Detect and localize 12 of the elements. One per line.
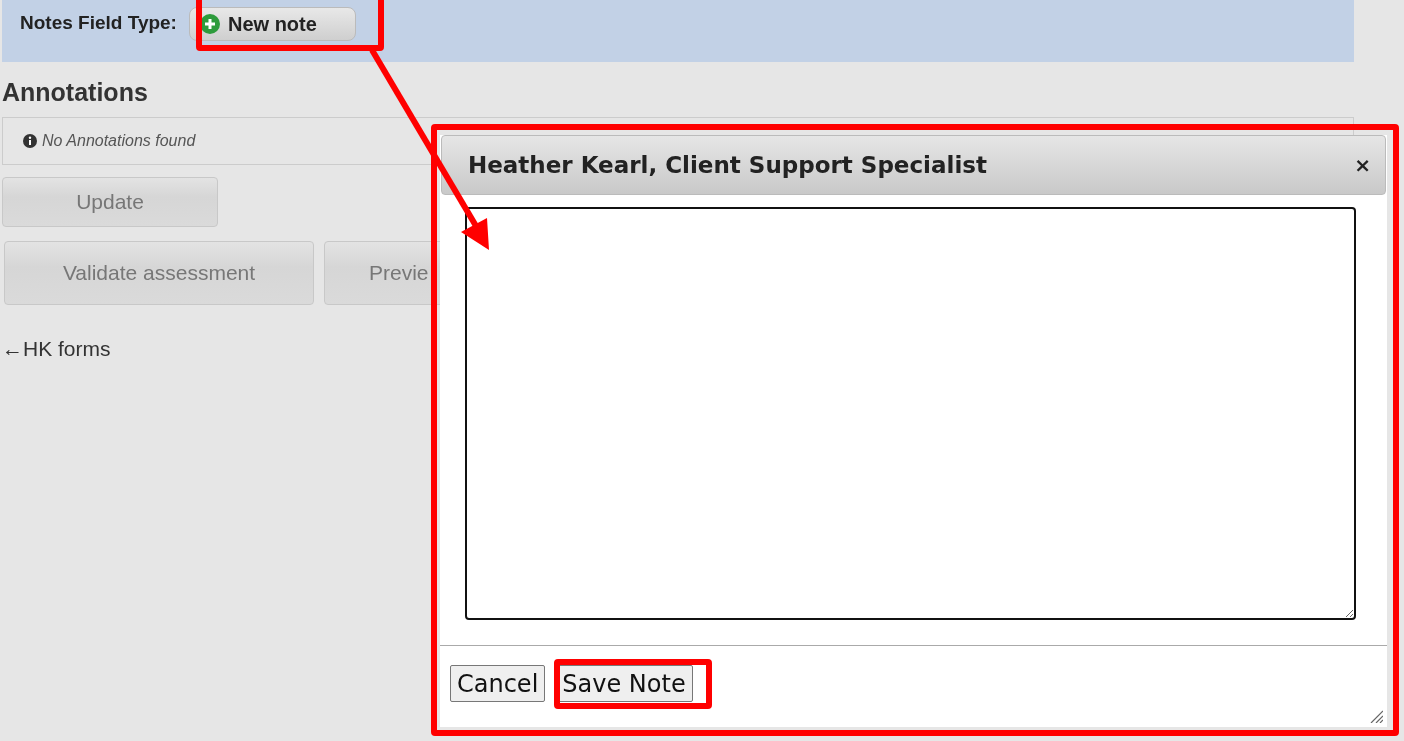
- dialog-title: Heather Kearl, Client Support Specialist: [468, 152, 987, 178]
- new-note-button[interactable]: New note: [188, 7, 356, 41]
- dialog-button[interactable]: Cancel: [450, 665, 546, 702]
- close-button[interactable]: ×: [1354, 153, 1371, 177]
- empty-message: No Annotations found: [42, 132, 196, 150]
- plus-icon: [199, 14, 220, 34]
- section-heading: Annotations: [2, 78, 149, 107]
- note-field[interactable]: [465, 207, 1356, 620]
- info-icon: [23, 134, 37, 148]
- resize-grip-icon[interactable]: [1369, 709, 1383, 723]
- back-link[interactable]: ←HK forms: [2, 337, 111, 361]
- field-label: Notes Field Type:: [20, 11, 177, 34]
